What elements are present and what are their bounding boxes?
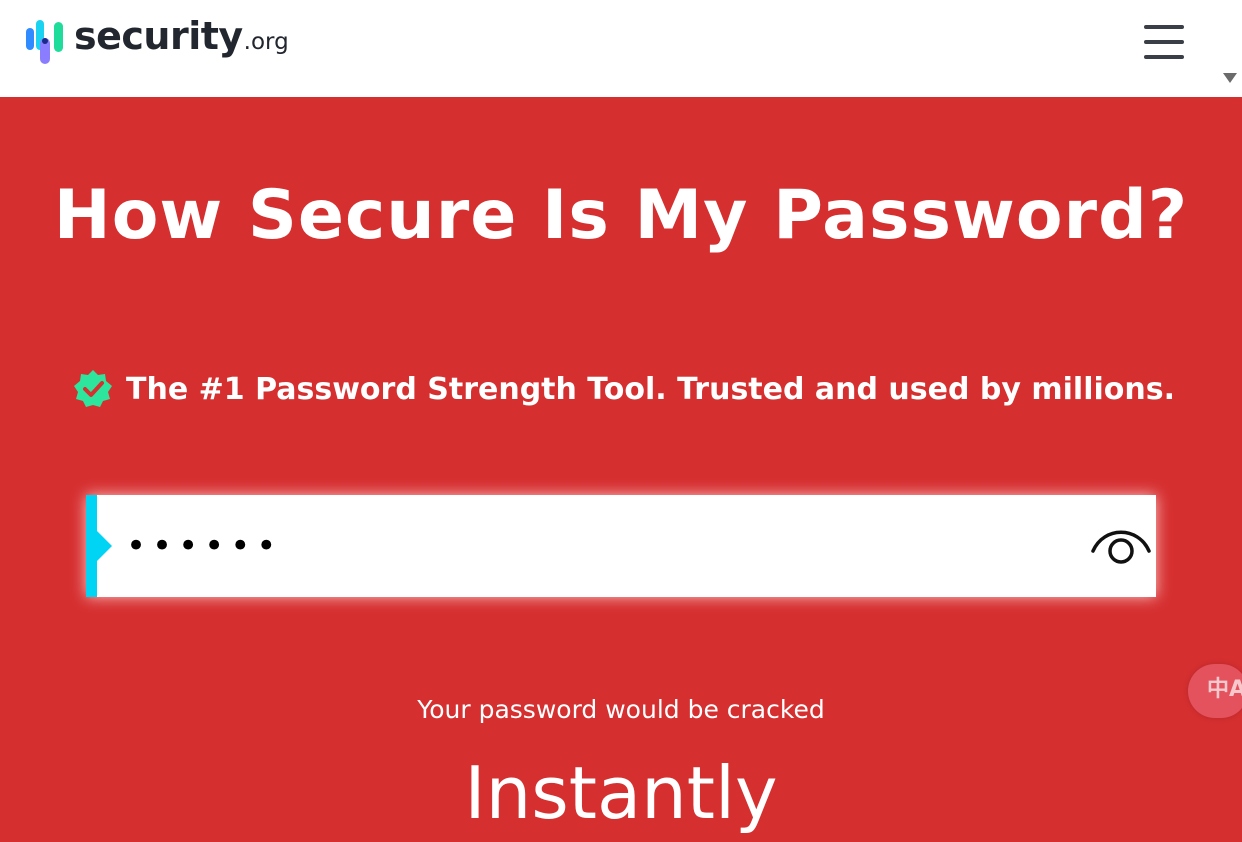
page-title: How Secure Is My Password? [53, 176, 1189, 255]
translate-icon[interactable]: 中A [1188, 664, 1242, 718]
site-header: security .org [0, 0, 1218, 97]
eye-icon-graphic [1091, 530, 1151, 564]
tagline-text: The #1 Password Strength Tool. Trusted a… [126, 371, 1176, 407]
logo-bars-icon [26, 20, 63, 64]
scroll-down-arrow-icon[interactable] [1223, 73, 1237, 83]
logo-wordmark: security [74, 14, 243, 58]
logo-tld: .org [243, 29, 289, 55]
crack-time-value: Instantly [464, 751, 778, 835]
tagline: The #1 Password Strength Tool. Trusted a… [73, 369, 1175, 409]
security-org-logo[interactable]: security .org [26, 16, 289, 64]
password-input[interactable] [126, 515, 1026, 577]
password-field [86, 495, 1156, 597]
input-accent-bar [86, 495, 97, 597]
crack-time-label: Your password would be cracked [417, 695, 825, 724]
input-accent-arrow-icon [97, 531, 112, 561]
hamburger-menu-icon[interactable] [1144, 25, 1186, 59]
hero-section: How Secure Is My Password? The #1 Passwo… [0, 97, 1218, 842]
translate-glyph: 中A [1207, 677, 1242, 702]
eye-visibility-icon[interactable] [1090, 525, 1152, 567]
verified-check-badge-icon [74, 370, 112, 407]
